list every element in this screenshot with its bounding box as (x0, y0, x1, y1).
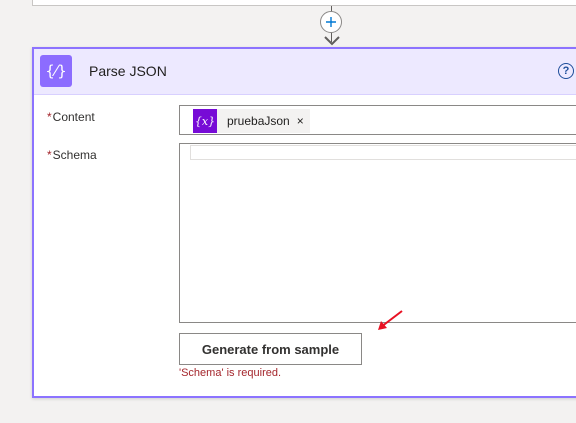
schema-error-message: 'Schema' is required. (179, 367, 282, 379)
content-input[interactable]: {x} pruebaJson × (179, 105, 576, 135)
content-label-text: Content (52, 110, 95, 124)
parse-json-icon: {⁄} (40, 55, 72, 87)
generate-from-sample-button[interactable]: Generate from sample (179, 333, 362, 365)
previous-action-card[interactable] (32, 0, 576, 6)
help-icon[interactable]: ? (558, 63, 574, 79)
flow-designer-canvas: {⁄} Parse JSON ? *Content {x} pruebaJson… (0, 0, 576, 423)
plus-icon (326, 17, 336, 27)
token-label: pruebaJson (227, 114, 290, 128)
annotation-arrow-icon (378, 310, 403, 330)
card-header[interactable]: {⁄} Parse JSON ? (34, 49, 576, 95)
parse-json-icon-glyph: {⁄} (45, 62, 67, 80)
content-label: *Content (47, 110, 95, 124)
schema-label-text: Schema (52, 148, 97, 162)
dynamic-content-token[interactable]: {x} pruebaJson × (193, 109, 310, 133)
schema-editor[interactable] (179, 143, 576, 323)
schema-input-line[interactable] (190, 145, 576, 160)
schema-label: *Schema (47, 148, 97, 162)
help-icon-glyph: ? (562, 65, 570, 77)
close-icon[interactable]: × (297, 114, 304, 128)
variable-icon: {x} (193, 109, 217, 133)
required-marker: * (47, 110, 52, 124)
add-step-button[interactable] (320, 11, 342, 33)
connector-arrow-icon (324, 36, 340, 46)
parse-json-card: {⁄} Parse JSON ? *Content {x} pruebaJson… (32, 47, 576, 398)
required-marker: * (47, 148, 52, 162)
card-title: Parse JSON (89, 63, 167, 79)
